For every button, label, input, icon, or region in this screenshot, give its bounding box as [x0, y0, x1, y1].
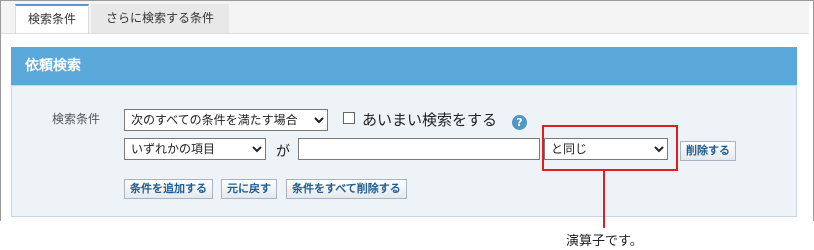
operator-highlight-box [542, 125, 678, 171]
panel-title: 依頼検索 [11, 47, 797, 85]
fuzzy-search-checkbox[interactable] [343, 112, 355, 124]
tab-bar: 検索条件 さらに検索する条件 [1, 1, 809, 34]
help-icon[interactable]: ? [512, 115, 527, 130]
add-condition-button[interactable]: 条件を追加する [124, 179, 213, 199]
delete-row-button[interactable]: 削除する [680, 141, 736, 161]
tab-search-conditions[interactable]: 検索条件 [15, 4, 89, 33]
tab-more-conditions[interactable]: さらに検索する条件 [91, 4, 229, 33]
callout-text: 演算子です。 [566, 234, 643, 249]
callout-line [603, 171, 605, 228]
particle-label: が [276, 144, 290, 160]
match-mode-select[interactable]: 次のすべての条件を満たす場合 [124, 109, 328, 131]
restore-button[interactable]: 元に戻す [221, 179, 277, 199]
condition-label: 検索条件 [52, 112, 101, 126]
field-select[interactable]: いずれかの項目 [124, 138, 266, 160]
search-value-input[interactable] [298, 138, 540, 160]
delete-all-conditions-button[interactable]: 条件をすべて削除する [286, 179, 407, 199]
fuzzy-search-label: あいまい検索をする [362, 111, 498, 129]
